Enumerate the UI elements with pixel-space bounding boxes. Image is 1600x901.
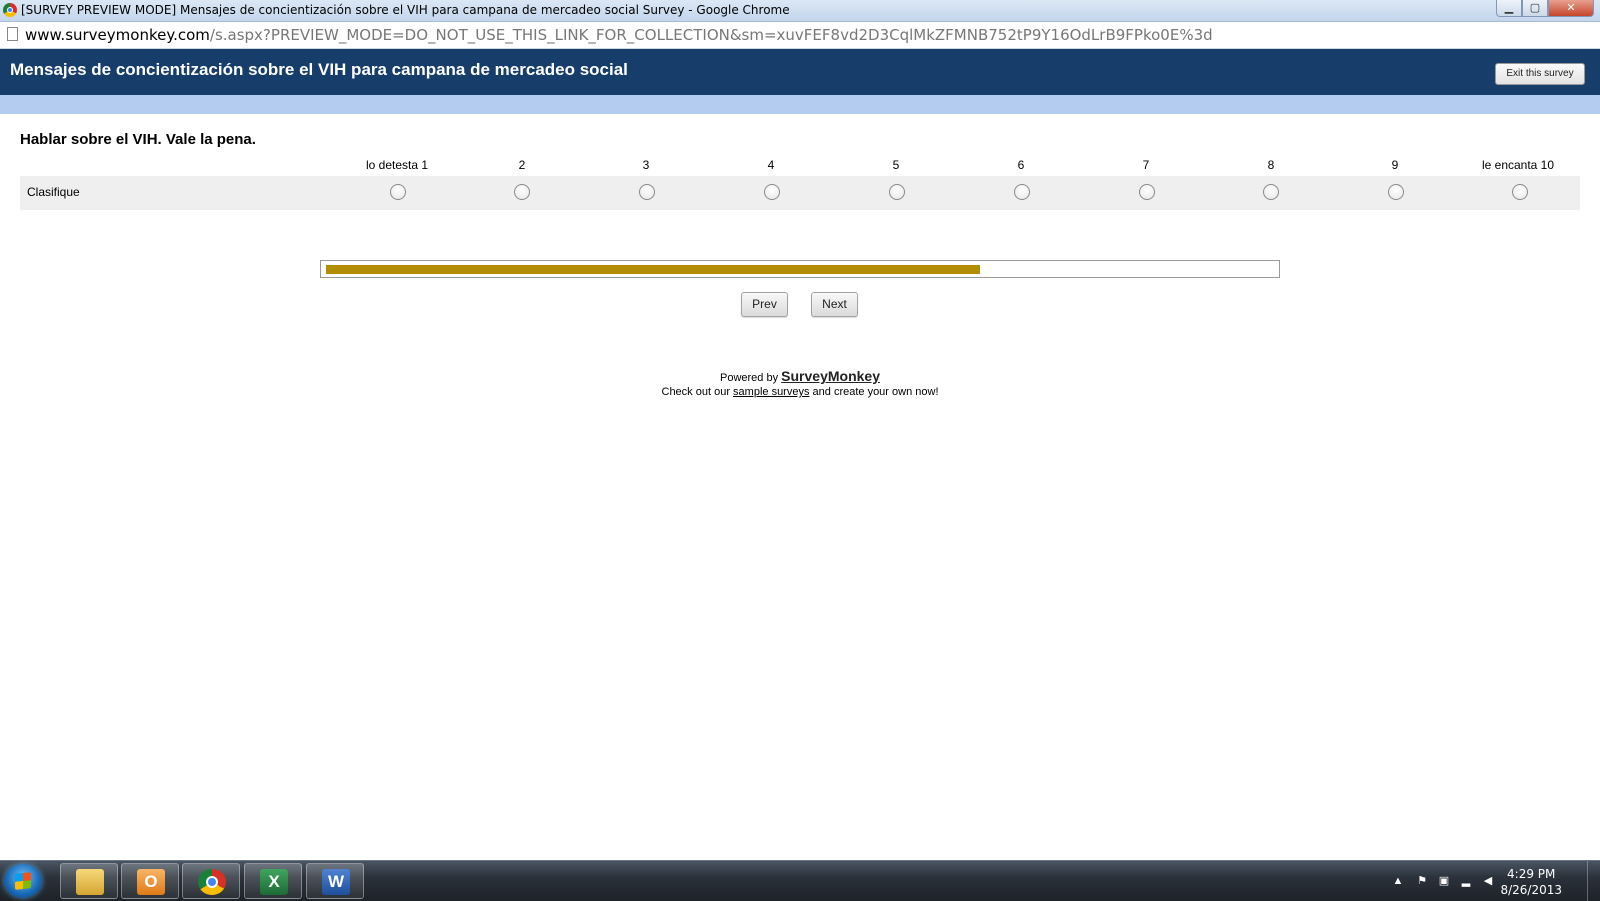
prev-button[interactable]: Prev — [741, 292, 788, 317]
radio-option-4[interactable] — [764, 184, 780, 200]
close-button[interactable]: ✕ — [1548, 0, 1594, 17]
device-icon[interactable]: ▣ — [1438, 875, 1450, 887]
scale-label: 7 — [1142, 158, 1150, 172]
taskbar-chrome[interactable] — [182, 863, 240, 899]
volume-muted-icon[interactable]: ◀ — [1482, 875, 1494, 887]
address-bar[interactable]: www.surveymonkey.com/s.aspx?PREVIEW_MODE… — [0, 22, 1600, 49]
clock-date: 8/26/2013 — [1500, 883, 1562, 897]
powered-by: Powered by SurveyMonkey — [0, 368, 1600, 384]
survey-header: Mensajes de concientización sobre el VIH… — [0, 49, 1600, 95]
window-controls: ▁ ▢ ✕ — [1496, 0, 1594, 17]
taskbar: O X W ▲ ⚑ ▣ ▂ ◀ 4:29 PM 8/26/2013 — [0, 860, 1600, 901]
page-icon — [7, 27, 18, 41]
taskbar-clock[interactable]: 4:29 PM 8/26/2013 — [1500, 866, 1562, 898]
scale-label: 4 — [767, 158, 775, 172]
scale-label: 6 — [1017, 158, 1025, 172]
clock-time: 4:29 PM — [1507, 867, 1556, 881]
system-tray: ▲ ⚑ ▣ ▂ ◀ 4:29 PM 8/26/2013 — [1360, 861, 1600, 901]
taskbar-explorer[interactable] — [60, 863, 118, 899]
progress-bar-fill — [326, 265, 980, 274]
window-title-bar: [SURVEY PREVIEW MODE] Mensajes de concie… — [0, 0, 1600, 22]
url-domain: www.surveymonkey.com — [25, 26, 210, 44]
scale-labels: lo detesta 1 2 3 4 5 6 7 8 9 le encanta … — [0, 158, 1600, 176]
taskbar-excel[interactable]: X — [244, 863, 302, 899]
minimize-button[interactable]: ▁ — [1496, 0, 1522, 17]
row-label: Clasifique — [27, 185, 80, 199]
taskbar-outlook[interactable]: O — [121, 863, 179, 899]
network-signal-icon[interactable]: ▂ — [1460, 875, 1472, 887]
tray-expand-icon[interactable]: ▲ — [1392, 875, 1404, 887]
word-icon: W — [322, 869, 350, 895]
radio-option-5[interactable] — [889, 184, 905, 200]
show-desktop-button[interactable] — [1587, 861, 1600, 901]
action-center-flag-icon[interactable]: ⚑ — [1416, 875, 1428, 887]
exit-survey-button[interactable]: Exit this survey — [1495, 63, 1585, 85]
scale-label: lo detesta 1 — [365, 158, 429, 172]
folder-icon — [76, 869, 104, 895]
scale-label: 3 — [642, 158, 650, 172]
maximize-button[interactable]: ▢ — [1522, 0, 1548, 17]
radio-option-8[interactable] — [1263, 184, 1279, 200]
progress-bar — [320, 260, 1280, 278]
radio-option-3[interactable] — [639, 184, 655, 200]
surveymonkey-link[interactable]: SurveyMonkey — [781, 368, 880, 384]
checkout-suffix: and create your own now! — [812, 386, 939, 398]
header-stripe — [0, 95, 1600, 114]
checkout-line: Check out our sample surveys and create … — [0, 386, 1600, 398]
scale-label: le encanta 10 — [1481, 158, 1555, 172]
radio-option-10[interactable] — [1512, 184, 1528, 200]
chrome-app-icon — [3, 3, 17, 17]
rating-row: Clasifique — [20, 176, 1580, 210]
radio-option-9[interactable] — [1388, 184, 1404, 200]
excel-icon: X — [260, 869, 288, 895]
survey-title: Mensajes de concientización sobre el VIH… — [10, 60, 628, 79]
sample-surveys-link[interactable]: sample surveys — [733, 386, 809, 398]
powered-by-prefix: Powered by — [720, 372, 779, 384]
taskbar-word[interactable]: W — [306, 863, 364, 899]
scale-label: 5 — [892, 158, 900, 172]
windows-logo-icon — [15, 872, 31, 890]
scale-label: 9 — [1391, 158, 1399, 172]
radio-option-2[interactable] — [514, 184, 530, 200]
question-text: Hablar sobre el VIH. Vale la pena. — [20, 131, 256, 148]
checkout-prefix: Check out our — [661, 386, 730, 398]
scale-label: 8 — [1267, 158, 1275, 172]
radio-option-1[interactable] — [390, 184, 406, 200]
window-title: [SURVEY PREVIEW MODE] Mensajes de concie… — [21, 3, 790, 17]
radio-option-7[interactable] — [1139, 184, 1155, 200]
outlook-icon: O — [137, 869, 165, 895]
url-text[interactable]: www.surveymonkey.com/s.aspx?PREVIEW_MODE… — [25, 26, 1213, 44]
scale-label: 2 — [518, 158, 526, 172]
chrome-icon — [198, 869, 226, 895]
start-button[interactable] — [4, 864, 42, 898]
url-path: /s.aspx?PREVIEW_MODE=DO_NOT_USE_THIS_LIN… — [209, 26, 1213, 44]
next-button[interactable]: Next — [811, 292, 858, 317]
radio-option-6[interactable] — [1014, 184, 1030, 200]
